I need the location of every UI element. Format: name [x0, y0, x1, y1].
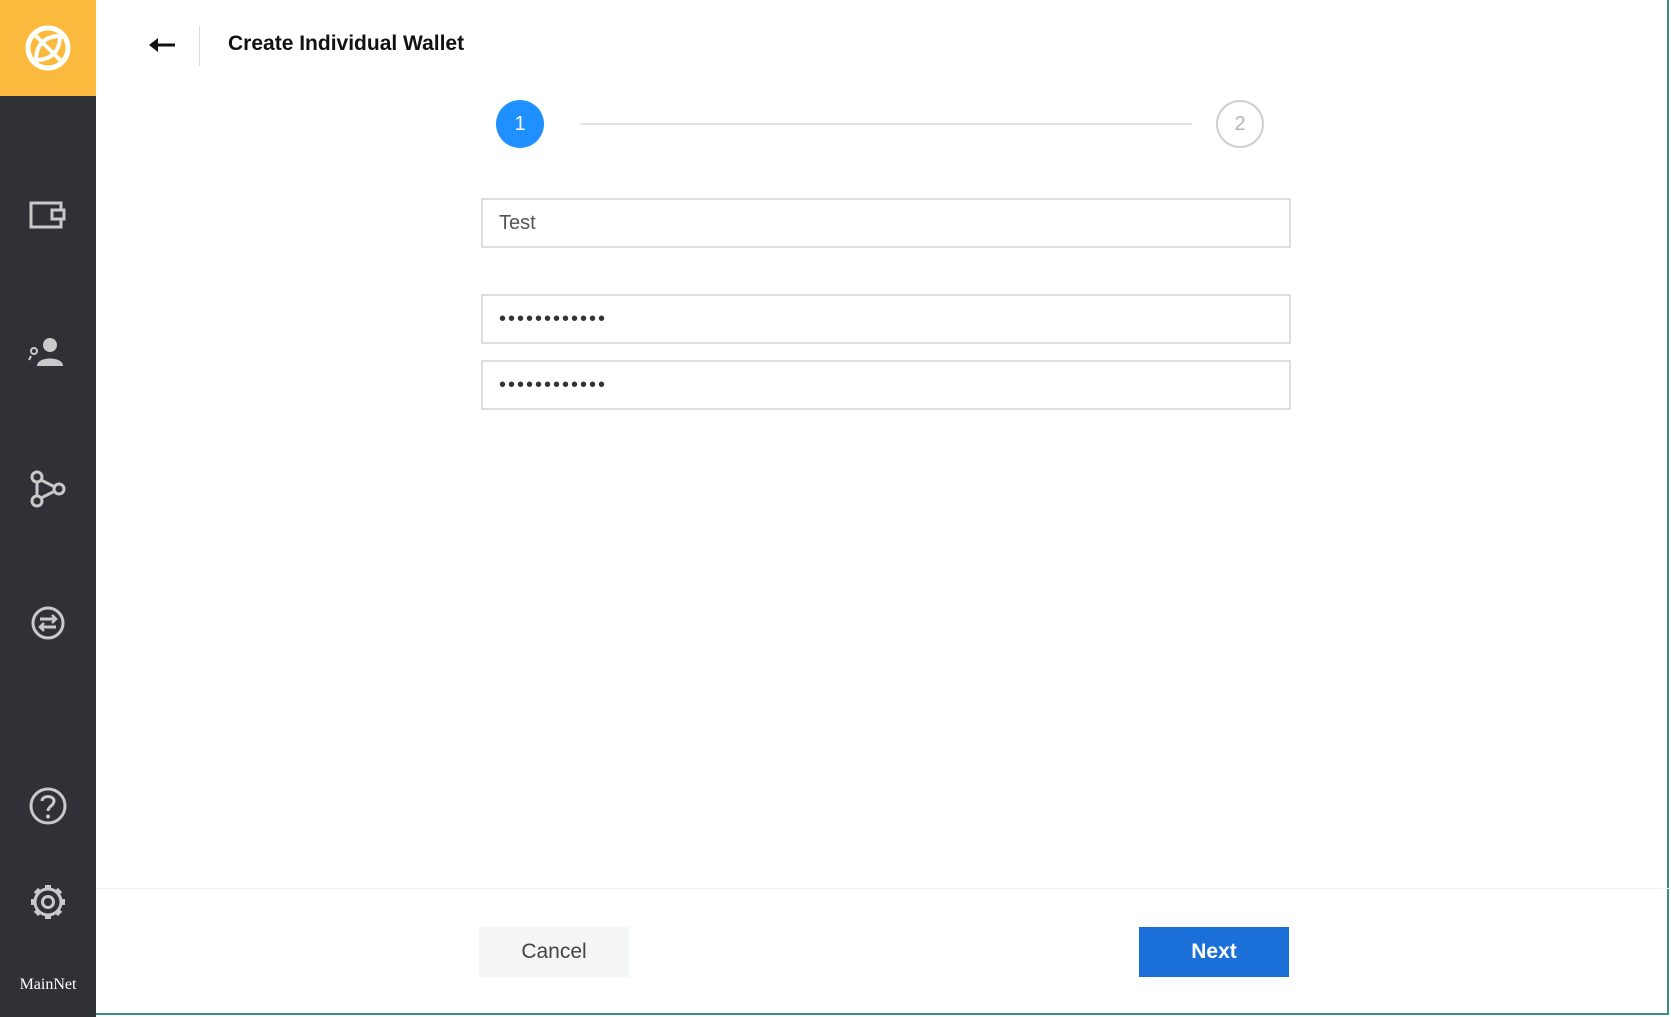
sidebar-item-wallets[interactable] [0, 185, 96, 245]
header-divider [199, 26, 200, 66]
step-1-indicator: 1 [496, 100, 544, 148]
sidebar-item-network[interactable] [0, 459, 96, 519]
network-nodes-icon [30, 470, 66, 508]
sidebar-item-settings[interactable] [0, 872, 96, 932]
leaf-slash-logo-icon [25, 25, 71, 71]
app-logo [0, 0, 96, 96]
footer-divider [96, 888, 1669, 889]
contacts-icon [28, 338, 63, 366]
back-button[interactable] [144, 30, 180, 60]
page-title: Create Individual Wallet [228, 32, 465, 55]
password-input[interactable] [481, 294, 1291, 344]
next-button[interactable]: Next [1139, 927, 1289, 977]
network-label: MainNet [19, 976, 77, 993]
confirm-password-input[interactable] [481, 360, 1291, 410]
help-icon [29, 787, 67, 825]
wallet-name-input[interactable] [481, 198, 1291, 248]
arrow-left-icon [149, 38, 175, 52]
sidebar-item-exchange[interactable] [0, 593, 96, 653]
app-frame [0, 0, 1669, 1015]
sidebar: MainNet [0, 0, 96, 1017]
exchange-icon [31, 606, 65, 640]
step-2-indicator: 2 [1216, 100, 1264, 148]
sidebar-item-contacts[interactable] [0, 322, 96, 382]
stepper-connector [580, 123, 1192, 125]
wallet-icon [29, 201, 66, 229]
gear-icon [31, 885, 65, 919]
cancel-button[interactable]: Cancel [479, 927, 629, 977]
sidebar-item-help[interactable] [0, 776, 96, 836]
